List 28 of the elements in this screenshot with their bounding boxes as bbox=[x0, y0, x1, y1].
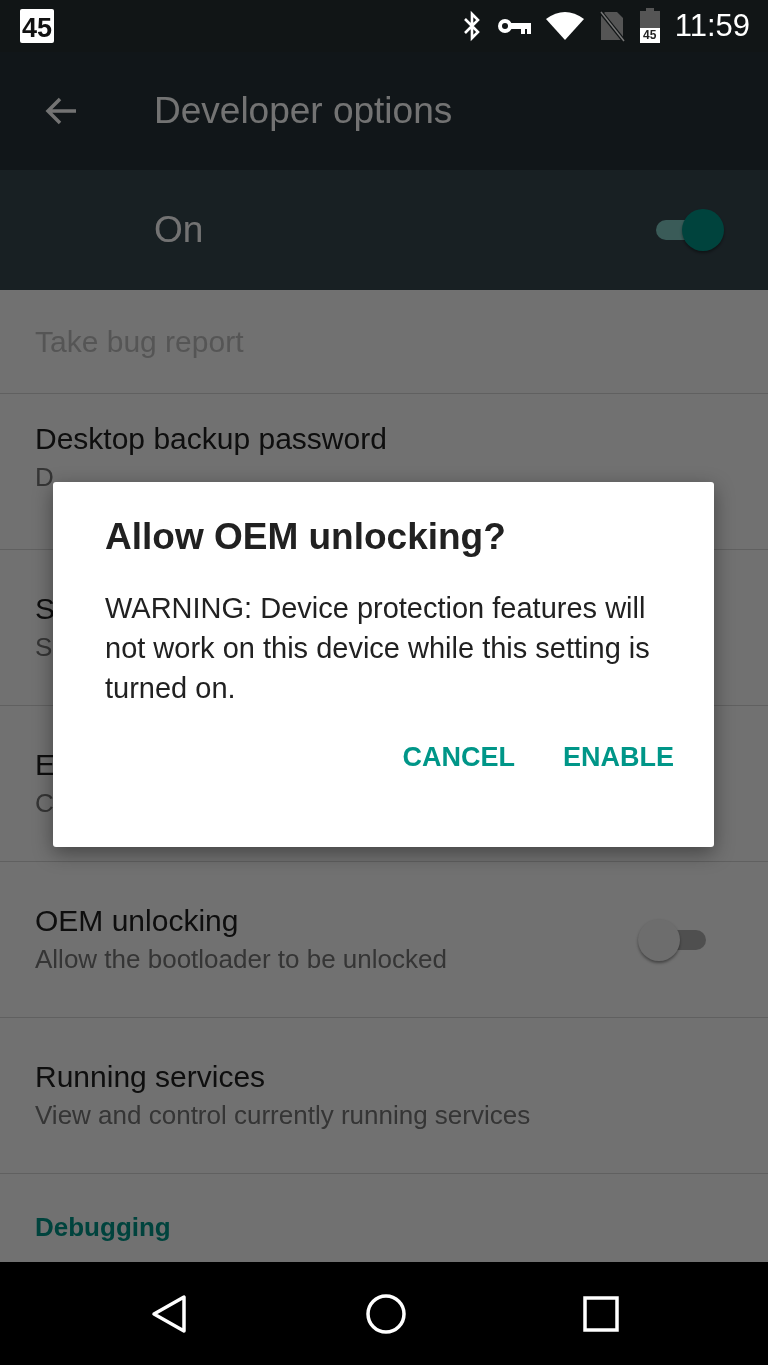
item-title: S bbox=[35, 592, 55, 626]
settings-item[interactable]: Running services View and control currently running services bbox=[0, 1018, 768, 1174]
battery-level: 45 bbox=[639, 28, 660, 43]
wifi-icon bbox=[544, 11, 585, 41]
dialog-button[interactable]: ENABLE bbox=[549, 730, 688, 785]
item-title: OEM unlocking bbox=[35, 904, 240, 938]
category-header: Debugging bbox=[34, 1211, 172, 1243]
circle-icon bbox=[366, 1293, 406, 1334]
square-icon bbox=[583, 1295, 620, 1332]
item-title: E bbox=[35, 748, 55, 782]
back-arrow-icon bbox=[44, 96, 78, 126]
item-summary: Allow the bootloader to be unlocked bbox=[35, 944, 447, 975]
item-summary: D bbox=[35, 462, 55, 493]
key-icon bbox=[496, 16, 531, 36]
item-title: Desktop backup password bbox=[35, 422, 387, 456]
clock: 11:59 bbox=[674, 8, 750, 44]
no-sim-icon bbox=[598, 10, 625, 42]
item-title: Running services bbox=[35, 1060, 267, 1094]
calendar-notification: 45 bbox=[20, 9, 55, 43]
item-summary: View and control currently running services bbox=[35, 1100, 531, 1131]
settings-item[interactable]: OEM unlocking Allow the bootloader to be unlocked bbox=[0, 862, 768, 1018]
screen-title: Developer options bbox=[154, 90, 453, 132]
battery-icon bbox=[638, 8, 661, 28]
item-summary: S bbox=[35, 632, 54, 663]
switch-label: On bbox=[154, 209, 204, 251]
item-summary: C bbox=[35, 788, 55, 819]
dialog-message: WARNING: Device protection features will not work on this device while this setting is turned on. bbox=[105, 591, 651, 706]
dialog-button[interactable]: CANCEL bbox=[388, 730, 529, 785]
